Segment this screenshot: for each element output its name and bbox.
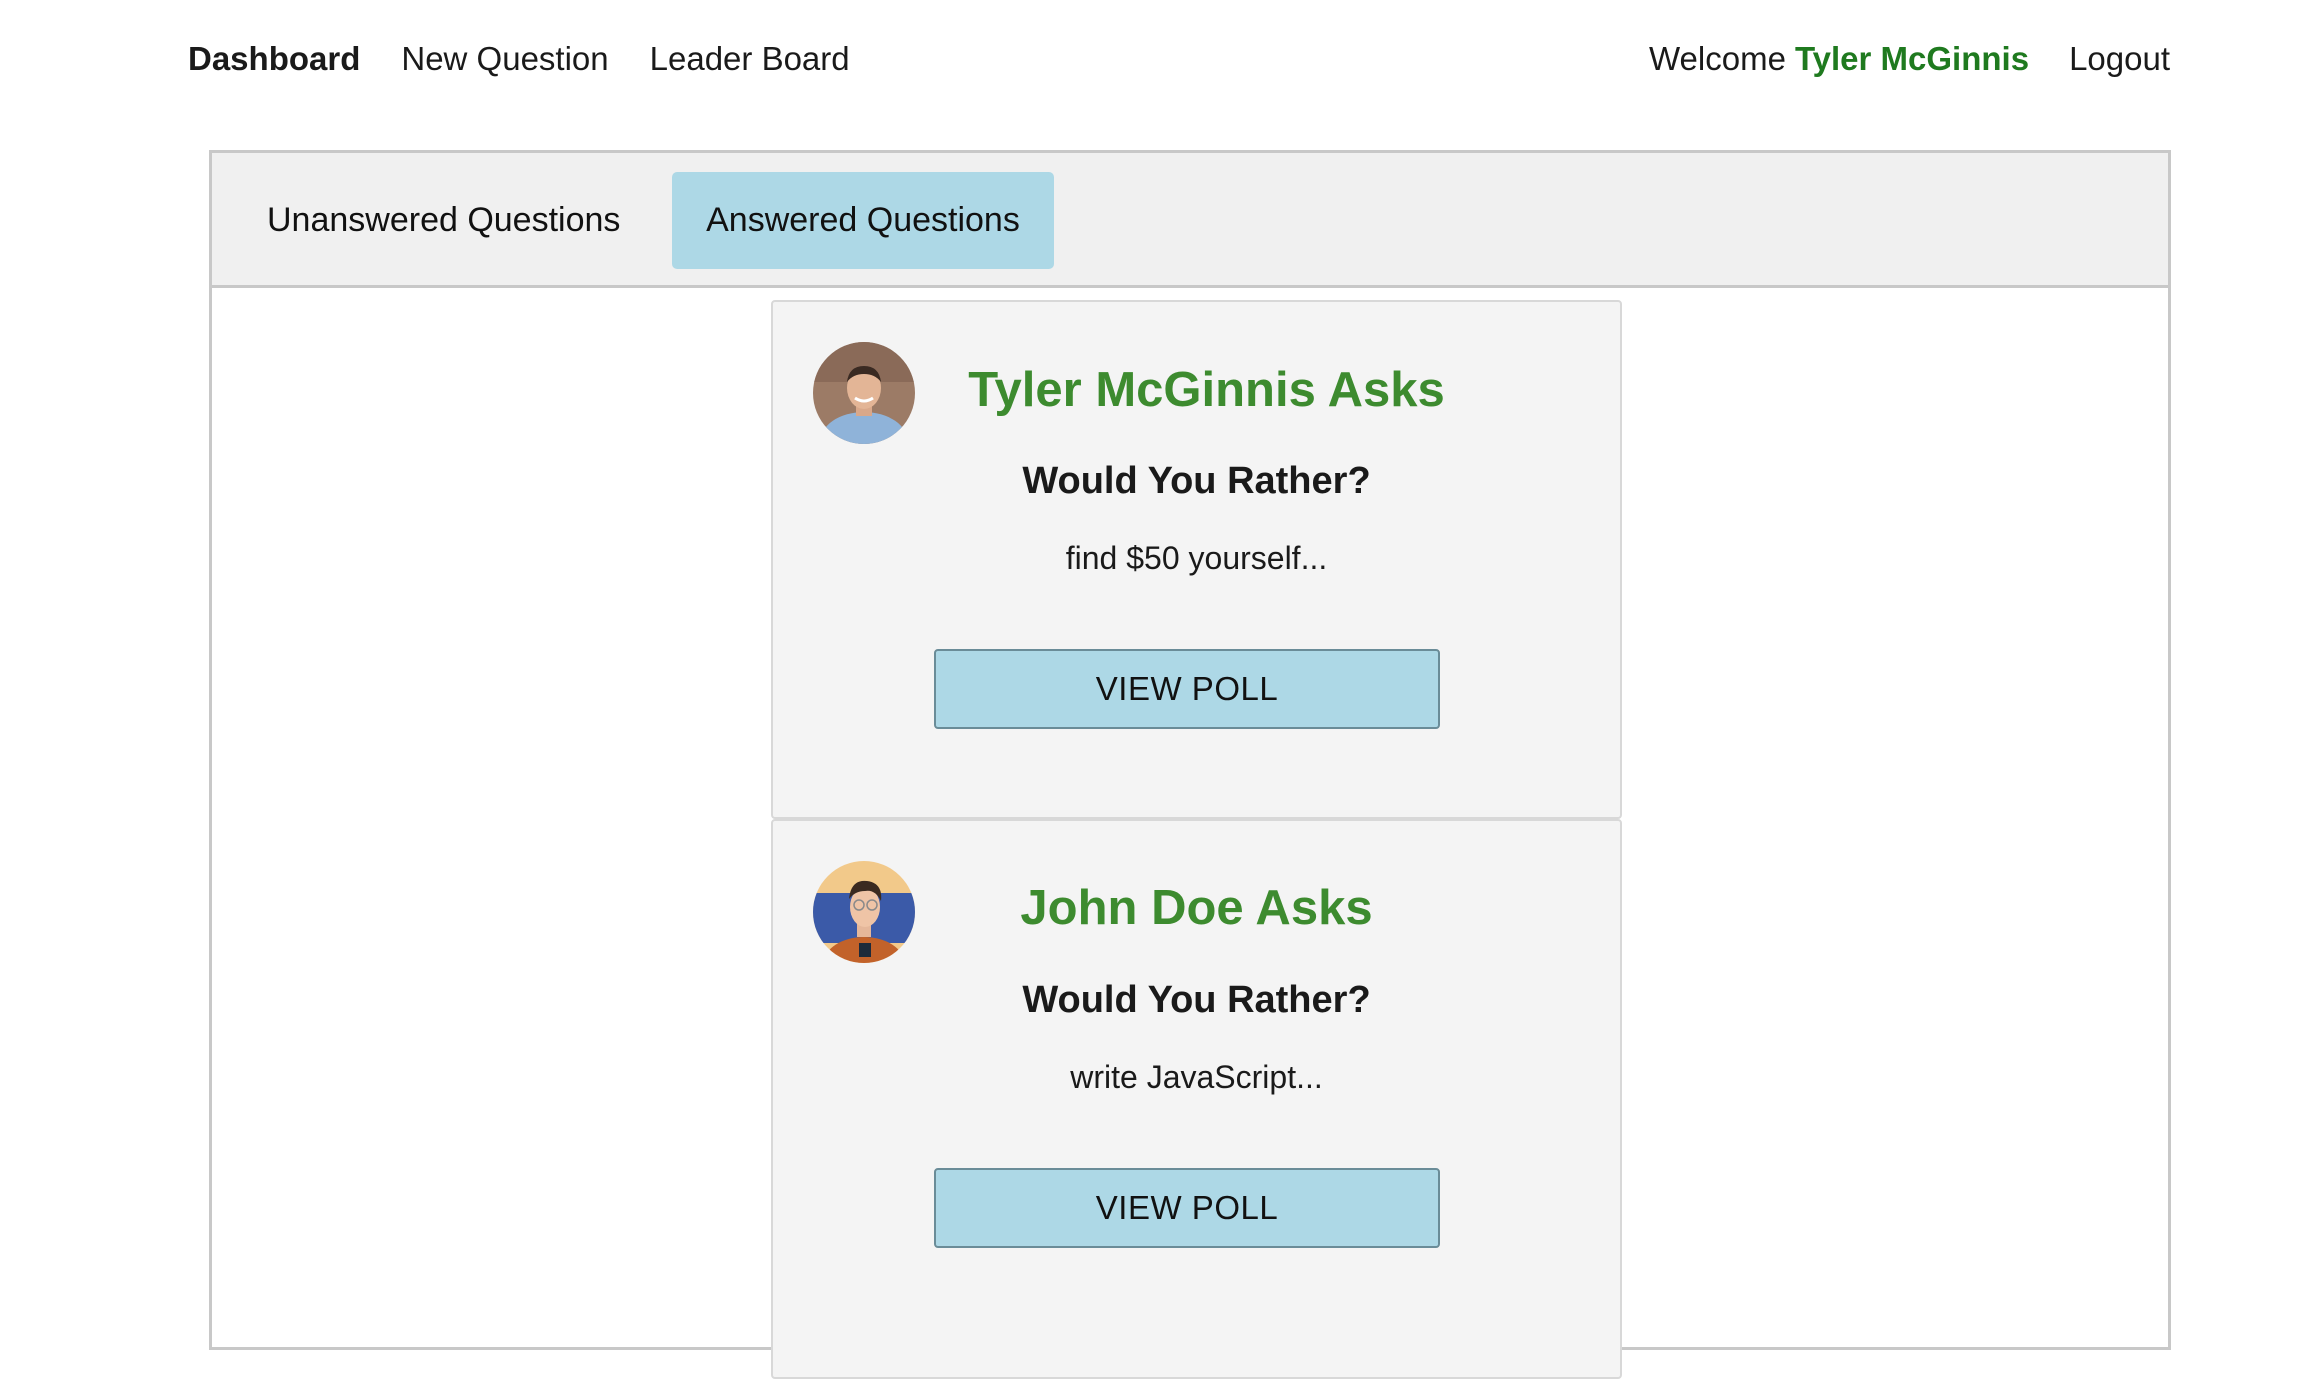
nav-link-leader-board[interactable]: Leader Board xyxy=(650,37,850,81)
user-area: Welcome Tyler McGinnis Logout xyxy=(1649,37,2170,81)
question-option-preview: write JavaScript... xyxy=(1070,1059,1323,1095)
view-poll-button[interactable]: VIEW POLL xyxy=(934,1168,1440,1248)
nav-links: Dashboard New Question Leader Board xyxy=(188,37,891,81)
question-subtitle: Would You Rather? xyxy=(1022,979,1371,1021)
top-nav: Dashboard New Question Leader Board Welc… xyxy=(0,0,2304,120)
question-card: Tyler McGinnis Asks Would You Rather? fi… xyxy=(771,300,1622,819)
welcome-text: Welcome Tyler McGinnis xyxy=(1649,37,2029,81)
question-author-title: John Doe Asks xyxy=(1020,881,1373,935)
tab-answered-questions[interactable]: Answered Questions xyxy=(672,172,1054,269)
welcome-user-name: Tyler McGinnis xyxy=(1794,40,2030,77)
logout-link[interactable]: Logout xyxy=(2069,37,2170,81)
question-option-preview: find $50 yourself... xyxy=(1065,540,1328,576)
question-author-title: Tyler McGinnis Asks xyxy=(968,363,1445,417)
questions-panel: Unanswered Questions Answered Questions … xyxy=(209,150,2171,1379)
nav-link-dashboard[interactable]: Dashboard xyxy=(188,37,360,81)
welcome-prefix: Welcome xyxy=(1649,40,1786,77)
question-subtitle: Would You Rather? xyxy=(1022,460,1371,502)
question-tabs: Unanswered Questions Answered Questions xyxy=(212,153,2168,288)
tab-unanswered-questions[interactable]: Unanswered Questions xyxy=(234,172,653,269)
nav-link-new-question[interactable]: New Question xyxy=(401,37,608,81)
view-poll-button[interactable]: VIEW POLL xyxy=(934,649,1440,729)
question-card: John Doe Asks Would You Rather? write Ja… xyxy=(771,819,1622,1379)
